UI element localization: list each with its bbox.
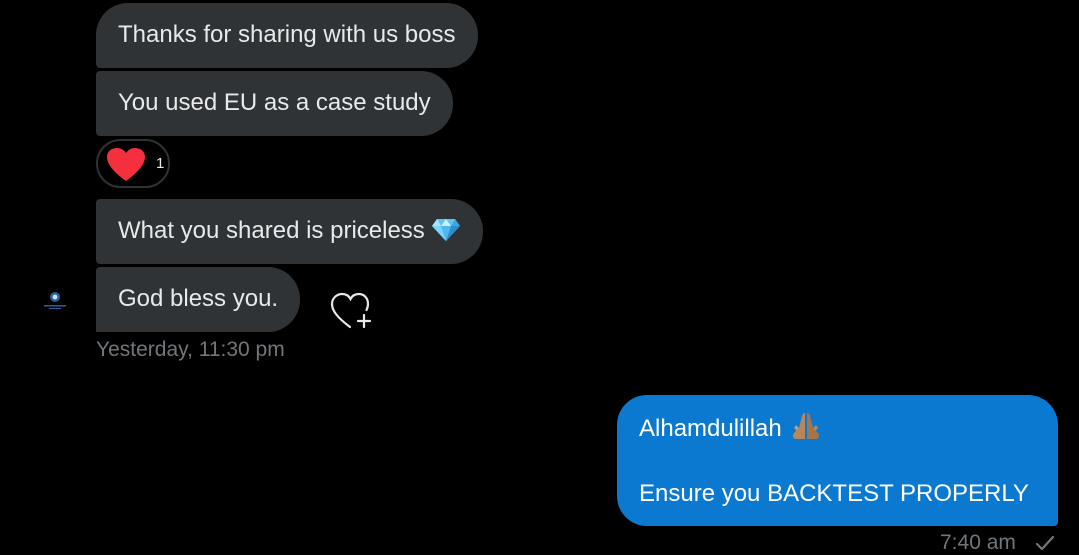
heart-icon — [107, 148, 145, 181]
message-text: Alhamdulillah — [639, 415, 782, 442]
gem-stone-icon — [431, 219, 460, 241]
reaction-badge[interactable]: 1 — [96, 139, 170, 188]
message-text: Ensure you BACKTEST PROPERLY — [639, 480, 1029, 507]
message-bubble-received[interactable]: What you shared is priceless — [96, 199, 483, 264]
message-text: Thanks for sharing with us boss — [118, 21, 456, 48]
message-spacer — [639, 441, 1036, 479]
sent-check-icon — [1035, 535, 1055, 551]
add-reaction-icon[interactable] — [330, 291, 374, 331]
message-line: Alhamdulillah — [639, 411, 1036, 442]
message-text: What you shared is priceless — [118, 217, 425, 244]
reaction-count: 1 — [156, 155, 165, 172]
message-timestamp: Yesterday, 11:30 pm — [96, 338, 285, 361]
message-bubble-received[interactable]: You used EU as a case study — [96, 71, 453, 136]
message-text: You used EU as a case study — [118, 89, 431, 116]
folded-hands-icon — [792, 413, 819, 439]
message-timestamp: 7:40 am — [940, 531, 1016, 554]
avatar[interactable] — [41, 290, 69, 310]
message-bubble-sent[interactable]: Alhamdulillah Ensure you BACKTEST PROPER… — [617, 395, 1058, 526]
message-text: God bless you. — [118, 285, 279, 312]
message-bubble-received[interactable]: Thanks for sharing with us boss — [96, 3, 478, 68]
message-bubble-received[interactable]: God bless you. — [96, 267, 301, 332]
